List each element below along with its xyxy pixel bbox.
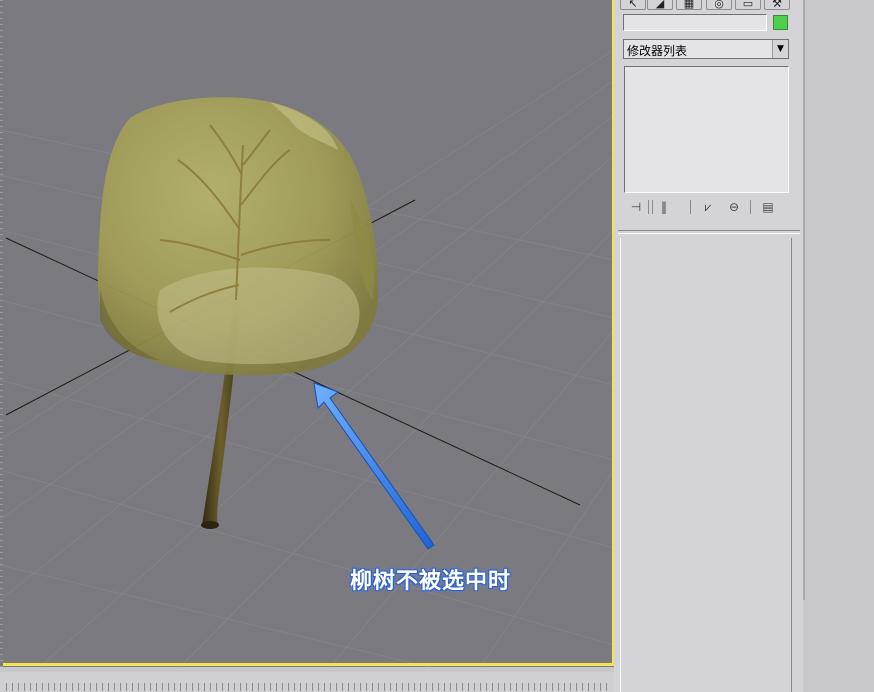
show-end-result-icon[interactable]: ‖ xyxy=(654,198,674,216)
viewport-scene xyxy=(0,49,614,667)
object-color-swatch[interactable] xyxy=(773,15,788,30)
utilities-tab[interactable]: ⚒ xyxy=(764,0,790,10)
toolbar-separator xyxy=(690,200,691,214)
create-tab[interactable]: ↖ xyxy=(620,0,646,10)
toolbar-separator xyxy=(648,200,649,214)
hierarchy-tab[interactable]: ▦ xyxy=(676,0,702,10)
command-panel: ↖ ◢ ▦ ◎ ▭ ⚒ 修改器列表 ▼ ⊣ ‖ ⩗ ⊖ ▤ xyxy=(614,0,803,692)
toolbar-separator xyxy=(652,200,653,214)
modify-tab[interactable]: ◢ xyxy=(647,0,673,10)
chevron-down-icon[interactable]: ▼ xyxy=(772,40,788,58)
remove-modifier-icon[interactable]: ⊖ xyxy=(724,198,744,216)
perspective-viewport[interactable]: 柳树不被选中时 xyxy=(0,0,615,667)
modifier-stack-toolbar: ⊣ ‖ ⩗ ⊖ ▤ xyxy=(624,198,789,218)
rollout-area[interactable] xyxy=(620,238,792,692)
right-margin xyxy=(805,0,874,692)
motion-tab[interactable]: ◎ xyxy=(706,0,732,10)
modifier-stack-list[interactable] xyxy=(624,66,789,193)
toolbar-separator xyxy=(750,200,751,214)
pin-stack-icon[interactable]: ⊣ xyxy=(626,198,646,216)
make-unique-icon[interactable]: ⩗ xyxy=(698,198,718,216)
modifier-list-label: 修改器列表 xyxy=(627,44,688,58)
panel-divider xyxy=(618,230,800,234)
display-tab[interactable]: ▭ xyxy=(735,0,761,10)
command-panel-tabs: ↖ ◢ ▦ ◎ ▭ ⚒ xyxy=(614,0,803,10)
timeline-ruler[interactable] xyxy=(6,683,612,691)
annotation-label: 柳树不被选中时 xyxy=(350,569,512,594)
configure-modifier-sets-icon[interactable]: ▤ xyxy=(758,198,778,216)
object-name-field[interactable] xyxy=(623,14,767,31)
modifier-list-dropdown[interactable]: 修改器列表 ▼ xyxy=(623,39,789,59)
